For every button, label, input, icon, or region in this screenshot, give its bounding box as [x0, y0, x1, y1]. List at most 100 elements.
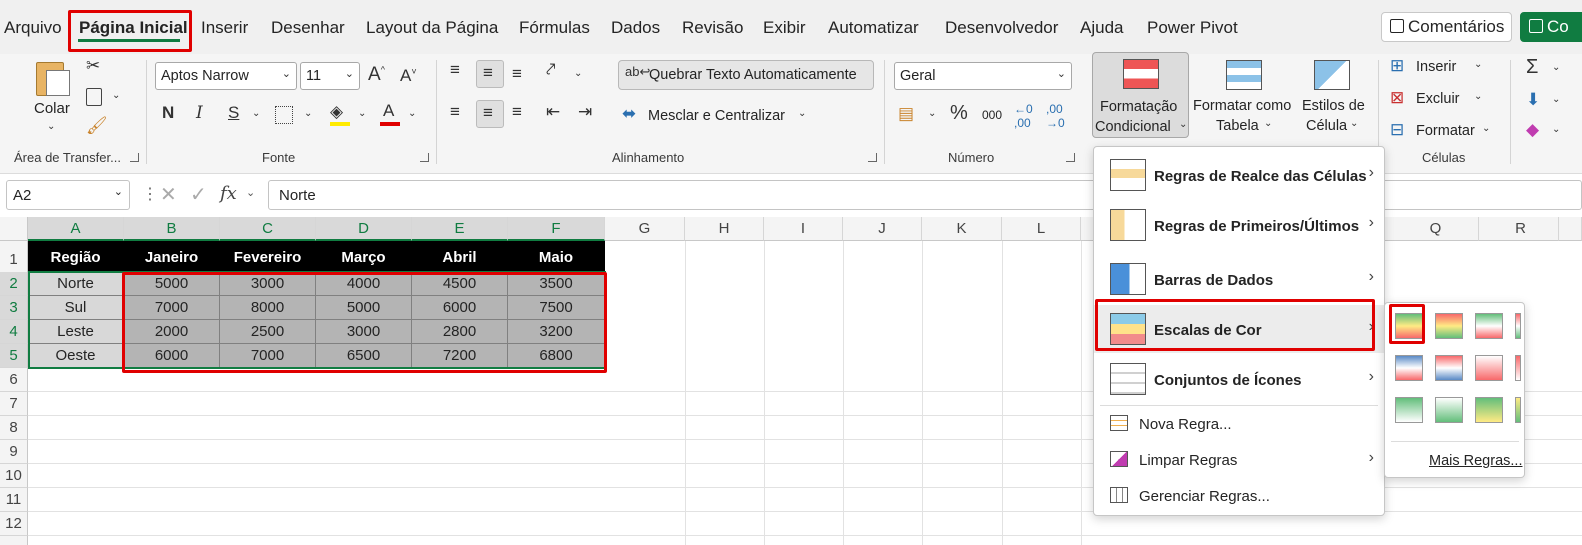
- alignment-launcher-icon[interactable]: [868, 153, 877, 162]
- paste-chevron-icon[interactable]: ⌄: [47, 121, 55, 132]
- row-header-7[interactable]: 7: [0, 392, 28, 416]
- copy-chevron-icon[interactable]: ⌄: [112, 90, 120, 101]
- format-cells-button[interactable]: ⊟ Formatar ⌄: [1390, 120, 1496, 144]
- menu-item-clear-rules[interactable]: Limpar Regras ›: [1094, 443, 1384, 477]
- col-header-j[interactable]: J: [843, 217, 922, 241]
- increase-decimal-icon[interactable]: ←0,00: [1014, 102, 1033, 130]
- align-top-icon[interactable]: ≡: [450, 60, 460, 80]
- header-cell[interactable]: Fevereiro: [220, 241, 316, 272]
- cell-styles-button[interactable]: Estilos de Célula ⌄: [1298, 54, 1372, 138]
- col-header-q[interactable]: Q: [1381, 217, 1479, 241]
- menu-item-new-rule[interactable]: Nova Regra...: [1094, 407, 1384, 441]
- underline-chevron-icon[interactable]: ⌄: [252, 108, 260, 119]
- autosum-chevron-icon[interactable]: ⌄: [1552, 62, 1560, 73]
- tab-dados[interactable]: Dados: [611, 18, 660, 38]
- bold-button[interactable]: N: [162, 103, 174, 123]
- name-box[interactable]: A2 ⌄: [6, 180, 130, 210]
- more-options-icon[interactable]: ⋮: [142, 184, 158, 204]
- font-name-select[interactable]: Aptos Narrow ⌄: [155, 62, 297, 90]
- menu-item-manage-rules[interactable]: Gerenciar Regras...: [1094, 479, 1384, 513]
- borders-icon[interactable]: [275, 106, 293, 124]
- increase-font-icon[interactable]: A^: [368, 64, 385, 86]
- tab-desenvolvedor[interactable]: Desenvolvedor: [945, 18, 1058, 38]
- italic-button[interactable]: I: [196, 103, 203, 123]
- header-cell[interactable]: Região: [28, 241, 124, 272]
- color-scale-green-yellow[interactable]: [1475, 397, 1503, 423]
- copy-icon[interactable]: [86, 88, 102, 106]
- color-scale-white-green[interactable]: [1435, 397, 1463, 423]
- align-center-button[interactable]: ≡: [476, 100, 504, 128]
- menu-item-icon-sets[interactable]: Conjuntos de Ícones ›: [1094, 355, 1384, 403]
- fill-chevron-icon[interactable]: ⌄: [358, 108, 366, 119]
- percent-icon[interactable]: %: [950, 102, 968, 125]
- color-scale-red-white-blue[interactable]: [1435, 355, 1463, 381]
- tab-revisao[interactable]: Revisão: [682, 18, 743, 38]
- menu-item-highlight-rules[interactable]: Regras de Realce das Células ›: [1094, 151, 1384, 199]
- decrease-decimal-icon[interactable]: ,00 →0: [1046, 102, 1065, 130]
- col-header-f[interactable]: F: [508, 217, 605, 241]
- insert-function-button[interactable]: fx: [220, 183, 237, 204]
- col-header-r[interactable]: R: [1479, 217, 1559, 241]
- font-launcher-icon[interactable]: [420, 153, 429, 162]
- color-scale-yellow-green[interactable]: [1515, 397, 1521, 423]
- menu-item-data-bars[interactable]: Barras de Dados ›: [1094, 255, 1384, 303]
- orientation-icon[interactable]: ⤤: [546, 60, 556, 80]
- color-scale-red-white-green[interactable]: [1515, 313, 1521, 339]
- col-header-b[interactable]: B: [124, 217, 220, 241]
- tab-arquivo[interactable]: Arquivo: [4, 18, 62, 38]
- merge-center-button[interactable]: ⬌ Mesclar e Centralizar ⌄: [622, 104, 822, 130]
- paste-button[interactable]: Colar: [34, 100, 70, 117]
- tab-desenhar[interactable]: Desenhar: [271, 18, 345, 38]
- header-cell[interactable]: Abril: [412, 241, 508, 272]
- delete-cells-button[interactable]: ⊠ Excluir ⌄: [1390, 88, 1490, 112]
- row-header-6[interactable]: 6: [0, 368, 28, 392]
- row-header-5[interactable]: 5: [0, 344, 28, 368]
- chevron-down-icon[interactable]: ⌄: [246, 186, 255, 199]
- col-header-g[interactable]: G: [605, 217, 685, 241]
- comments-button[interactable]: Comentários: [1381, 12, 1512, 42]
- increase-indent-icon[interactable]: ⇥: [578, 102, 592, 122]
- align-middle-button[interactable]: ≡: [476, 60, 504, 88]
- borders-chevron-icon[interactable]: ⌄: [304, 108, 312, 119]
- col-header-i[interactable]: I: [764, 217, 843, 241]
- col-header-e[interactable]: E: [412, 217, 508, 241]
- row-header-4[interactable]: 4: [0, 320, 28, 344]
- wrap-text-button[interactable]: ab↩ Quebrar Texto Automaticamente: [618, 60, 874, 90]
- fill-down-icon[interactable]: ⬇: [1526, 90, 1540, 110]
- font-color-icon[interactable]: A: [383, 101, 394, 121]
- col-header-s[interactable]: [1559, 217, 1582, 241]
- orientation-chevron-icon[interactable]: ⌄: [574, 68, 582, 79]
- header-cell[interactable]: Maio: [508, 241, 605, 272]
- menu-item-top-bottom-rules[interactable]: Regras de Primeiros/Últimos ›: [1094, 201, 1384, 249]
- header-cell[interactable]: Março: [316, 241, 412, 272]
- header-cell[interactable]: Janeiro: [124, 241, 220, 272]
- row-header-9[interactable]: 9: [0, 440, 28, 464]
- autosum-icon[interactable]: Σ: [1526, 56, 1538, 79]
- fill-color-icon[interactable]: ◈: [330, 102, 343, 122]
- decrease-indent-icon[interactable]: ⇤: [546, 102, 560, 122]
- share-button[interactable]: Co: [1520, 12, 1582, 42]
- clipboard-launcher-icon[interactable]: [130, 153, 139, 162]
- cut-icon[interactable]: ✂: [86, 56, 100, 76]
- tab-layout-da-pagina[interactable]: Layout da Página: [366, 18, 498, 38]
- align-bottom-icon[interactable]: ≡: [512, 64, 522, 84]
- decrease-font-icon[interactable]: A˅: [400, 66, 417, 86]
- col-header-a[interactable]: A: [28, 217, 124, 241]
- color-scale-blue-white-red[interactable]: [1395, 355, 1423, 381]
- col-header-c[interactable]: C: [220, 217, 316, 241]
- col-header-k[interactable]: K: [922, 217, 1002, 241]
- align-left-icon[interactable]: ≡: [450, 102, 460, 122]
- col-header-d[interactable]: D: [316, 217, 412, 241]
- row-header-12[interactable]: 12: [0, 512, 28, 536]
- color-scale-green-white-red[interactable]: [1475, 313, 1503, 339]
- conditional-formatting-button[interactable]: Formatação Condicional ⌄: [1092, 52, 1189, 138]
- underline-button[interactable]: S: [228, 103, 239, 123]
- row-header-8[interactable]: 8: [0, 416, 28, 440]
- currency-chevron-icon[interactable]: ⌄: [928, 108, 936, 119]
- row-header-3[interactable]: 3: [0, 296, 28, 320]
- format-painter-icon[interactable]: 🖌: [86, 116, 108, 136]
- tab-automatizar[interactable]: Automatizar: [828, 18, 919, 38]
- tab-ajuda[interactable]: Ajuda: [1080, 18, 1123, 38]
- tab-inserir[interactable]: Inserir: [201, 18, 248, 38]
- tab-formulas[interactable]: Fórmulas: [519, 18, 590, 38]
